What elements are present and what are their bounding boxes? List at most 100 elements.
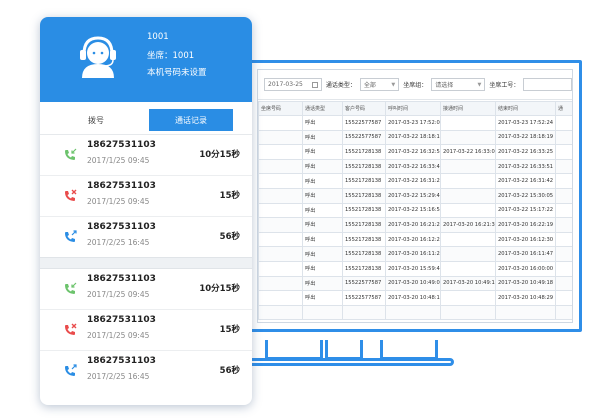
call-record-item[interactable]: 18627531103 2017/2/25 16:45 56秒 — [40, 217, 252, 257]
call-records-table: 坐席号码 通话类型 客户号码 呼叫时间 接通时间 结束时间通 呼出 15522577587 2… — [258, 101, 572, 321]
call-number: 18627531103 — [87, 222, 156, 232]
table-cell — [440, 304, 496, 321]
call-type-select[interactable]: 全部 ▼ — [359, 78, 400, 91]
group-select[interactable]: 请选择 ▼ — [431, 78, 486, 91]
table-row[interactable]: 呼出 15521728138 2017-03-22 16:33:43 2017-03-… — [258, 158, 572, 175]
table-cell — [555, 304, 572, 321]
call-time: 2017/1/25 09:45 — [87, 331, 150, 340]
call-number: 18627531103 — [87, 181, 156, 191]
table-cell: 15522577587 — [342, 290, 386, 306]
table-cell: 2017-03-20 10:49:02 — [385, 275, 441, 292]
table-cell — [555, 246, 572, 262]
table-cell — [342, 304, 386, 321]
table-cell: 2017-03-20 15:59:44 — [385, 260, 441, 277]
call-record-item[interactable]: 18627531103 2017/1/25 09:45 10分15秒 — [40, 269, 252, 309]
table-row[interactable]: 呼出 15521728138 2017-03-22 16:31:25 2017-03-… — [258, 173, 572, 189]
table-row[interactable]: 呼出 15522577587 2017-03-20 10:48:15 2017-03-… — [258, 290, 572, 306]
table-cell — [258, 187, 303, 204]
call-number: 18627531103 — [87, 274, 156, 284]
table-cell — [440, 173, 496, 189]
date-field[interactable]: 2017-03-25 — [264, 78, 322, 91]
table-cell: 2017-03-22 15:17:22 — [495, 202, 556, 219]
tab-dial[interactable]: 拨号 — [60, 109, 132, 131]
table-cell: 呼出 — [302, 275, 343, 292]
table-cell — [440, 290, 496, 306]
seat-no-input[interactable] — [523, 78, 572, 91]
table-cell: 15522577587 — [342, 275, 386, 292]
table-cell — [555, 202, 572, 219]
table-cell — [258, 115, 303, 131]
table-cell — [555, 115, 572, 131]
table-row[interactable] — [258, 304, 572, 321]
table-cell — [555, 144, 572, 160]
call-duration: 15秒 — [219, 191, 240, 201]
table-row[interactable]: 呼出 15521728138 2017-03-20 16:12:25 2017-03-… — [258, 231, 572, 248]
table-cell — [555, 260, 572, 277]
table-row[interactable]: 呼出 15522577587 2017-03-20 10:49:02 2017-03-… — [258, 275, 572, 292]
table-cell — [258, 275, 303, 292]
table-cell: 2017-03-20 16:00:00 — [495, 260, 556, 277]
table-cell: 呼出 — [302, 173, 343, 189]
call-record-list: 18627531103 2017/1/25 09:45 10分15秒 18627531… — [40, 135, 252, 391]
table-cell — [555, 290, 572, 306]
panel-tabs: 拨号 通话记录 — [40, 102, 252, 135]
table-cell: 2017-03-22 16:33:06 — [440, 144, 496, 160]
table-row[interactable]: 呼出 15522577587 2017-03-22 18:18:12 2017-03-… — [258, 129, 572, 146]
call-record-item[interactable]: 18627531103 2017/1/25 09:45 10分15秒 — [40, 135, 252, 175]
table-cell: 15521728138 — [342, 158, 386, 175]
table-row[interactable]: 呼出 15522577587 2017-03-23 17:52:05 2017-03-… — [258, 115, 572, 131]
table-cell — [258, 304, 303, 321]
table-cell — [258, 231, 303, 248]
table-cell — [258, 129, 303, 146]
table-cell: 呼出 — [302, 187, 343, 204]
monitor-stand-left — [265, 340, 323, 360]
chevron-down-icon: ▼ — [477, 81, 482, 88]
outgoing-call-icon — [62, 363, 78, 379]
table-cell: 2017-03-20 16:11:21 — [385, 246, 441, 262]
table-cell — [258, 158, 303, 175]
call-duration: 10分15秒 — [199, 284, 240, 294]
table-cell: 15522577587 — [342, 115, 386, 131]
call-record-item[interactable]: 18627531103 2017/1/25 09:45 15秒 — [40, 176, 252, 216]
table-cell: 2017-03-22 15:29:46 — [385, 187, 441, 204]
table-cell — [555, 275, 572, 292]
table-row[interactable]: 呼出 15521728138 2017-03-22 16:32:58 2017-03-… — [258, 144, 572, 160]
table-cell: 2017-03-22 16:33:51 — [495, 158, 556, 175]
call-time: 2017/2/25 16:45 — [87, 238, 150, 247]
call-duration: 56秒 — [219, 232, 240, 242]
table-row[interactable]: 呼出 15521728138 2017-03-20 15:59:44 2017-03-… — [258, 260, 572, 277]
date-value: 2017-03-25 — [268, 81, 303, 88]
table-row[interactable]: 呼出 15521728138 2017-03-20 16:11:21 2017-03-… — [258, 246, 572, 262]
table-cell: 15521728138 — [342, 260, 386, 277]
call-record-item[interactable]: 18627531103 2017/2/25 16:45 56秒 — [40, 351, 252, 391]
table-cell: 15522577587 — [342, 129, 386, 146]
table-row[interactable]: 呼出 15521728138 2017-03-22 15:16:53 2017-03-… — [258, 202, 572, 219]
table-cell: 呼出 — [302, 290, 343, 306]
table-cell — [440, 129, 496, 146]
table-row[interactable]: 呼出 15521728138 2017-03-22 15:29:46 2017-03-… — [258, 187, 572, 204]
table-cell — [555, 187, 572, 204]
table-cell: 2017-03-20 16:12:30 — [495, 231, 556, 248]
call-duration: 10分15秒 — [199, 150, 240, 160]
table-cell — [440, 260, 496, 277]
softphone-panel: 1001 坐席：1001 本机号码未设置 拨号 通话记录 18627531103… — [40, 17, 252, 405]
table-cell: 呼出 — [302, 158, 343, 175]
table-cell: 2017-03-20 16:21:25 — [385, 217, 441, 233]
table-cell: 2017-03-22 18:18:12 — [385, 129, 441, 146]
table-cell — [302, 304, 343, 321]
call-record-item[interactable]: 18627531103 2017/1/25 09:45 15秒 — [40, 310, 252, 350]
table-cell: 15521728138 — [342, 173, 386, 189]
table-cell — [440, 246, 496, 262]
tab-call-records[interactable]: 通话记录 — [149, 109, 233, 131]
group-divider — [40, 257, 252, 269]
table-cell — [385, 304, 441, 321]
table-cell: 15521728138 — [342, 217, 386, 233]
group-label: 坐席组： — [403, 82, 428, 89]
table-cell — [440, 187, 496, 204]
table-cell: 2017-03-20 10:48:29 — [495, 290, 556, 306]
call-time: 2017/2/25 16:45 — [87, 372, 150, 381]
seat-no-label: 坐席工号： — [489, 82, 520, 89]
table-row[interactable]: 呼出 15521728138 2017-03-20 16:21:25 2017-03-… — [258, 217, 572, 233]
table-cell: 15521728138 — [342, 231, 386, 248]
table-cell — [258, 260, 303, 277]
